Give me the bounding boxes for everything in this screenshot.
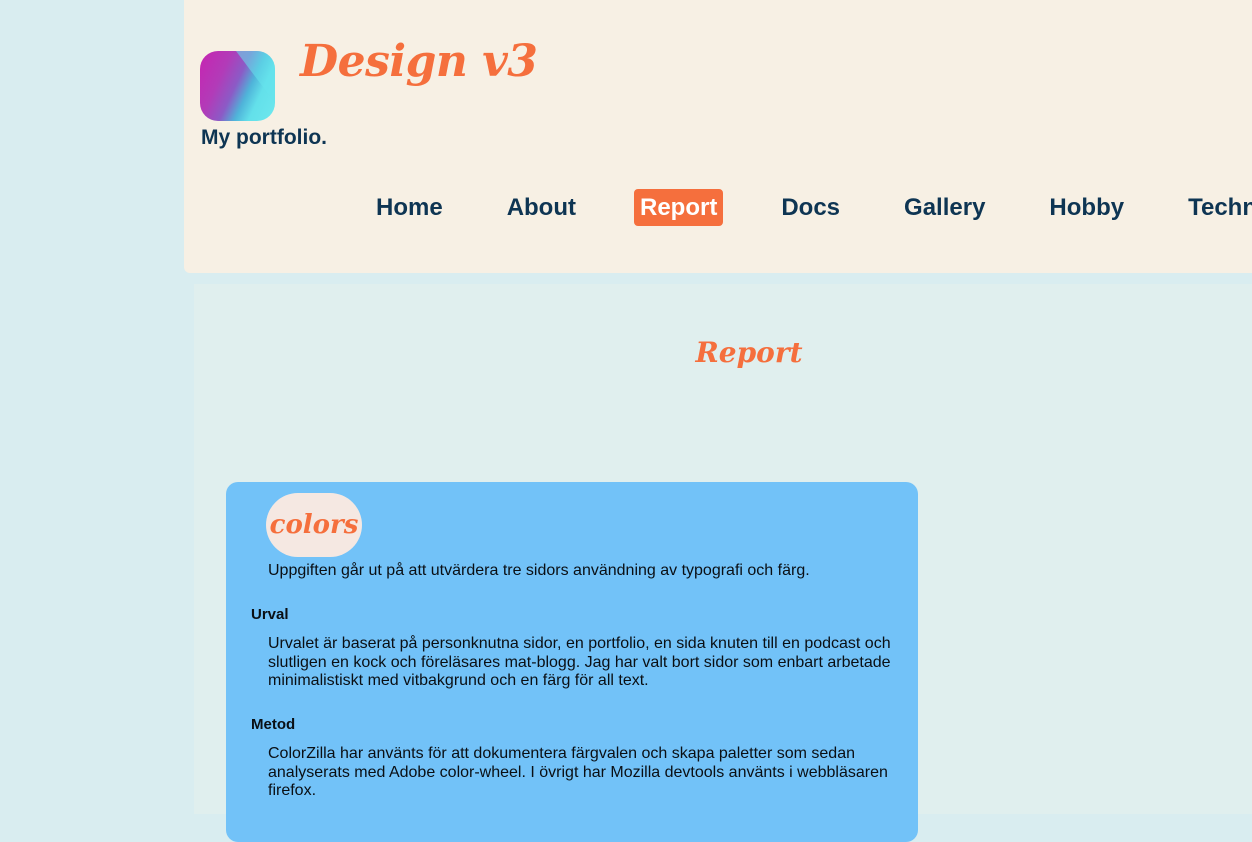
nav-item-docs[interactable]: Docs — [775, 189, 846, 226]
card-intro-text: Uppgiften går ut på att utvärdera tre si… — [268, 562, 810, 579]
nav-item-report[interactable]: Report — [634, 189, 724, 226]
report-card: colors Uppgiften går ut på att utvärdera… — [226, 482, 918, 842]
nav-item-home[interactable]: Home — [370, 189, 449, 226]
card-section-text-metod: ColorZilla har använts för att dokumente… — [268, 745, 888, 799]
logo-graphic — [236, 51, 275, 103]
card-category-pill: colors — [266, 493, 362, 557]
main-nav: Home About Report Docs Gallery Hobby Tec… — [370, 189, 1252, 226]
site-tagline: My portfolio. — [201, 126, 327, 149]
card-section-heading-metod: Metod — [251, 716, 296, 733]
nav-item-technology[interactable]: Technolo — [1182, 189, 1252, 226]
nav-item-hobby[interactable]: Hobby — [1043, 189, 1130, 226]
nav-item-gallery[interactable]: Gallery — [898, 189, 991, 226]
page-title: Report — [695, 336, 803, 369]
main-content: Report colors Uppgiften går ut på att ut… — [194, 284, 1252, 842]
nav-item-about[interactable]: About — [501, 189, 582, 226]
card-section-heading-urval: Urval — [251, 606, 289, 623]
site-header: Design v3 My portfolio. Home About Repor… — [184, 0, 1252, 273]
site-title[interactable]: Design v3 — [300, 36, 538, 87]
card-section-text-urval: Urvalet är baserat på personknutna sidor… — [268, 635, 891, 689]
gradient-logo-icon[interactable] — [200, 51, 275, 121]
